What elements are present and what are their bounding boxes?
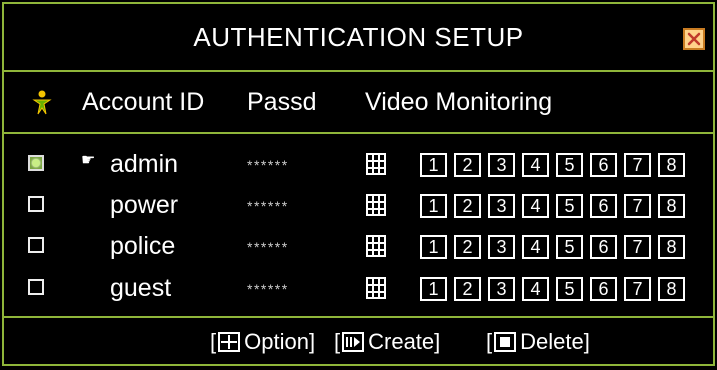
account-row[interactable]: ☛ admin ****** 1 2 3 4 5 6 7 8 <box>4 148 713 188</box>
option-button[interactable]: [ Option ] <box>210 328 315 356</box>
channel-6-toggle[interactable]: 6 <box>590 153 617 177</box>
channel-3-toggle[interactable]: 3 <box>488 235 515 259</box>
channel-1-toggle[interactable]: 1 <box>420 277 447 301</box>
account-password[interactable]: ****** <box>247 239 289 255</box>
account-name: police <box>110 232 176 260</box>
channel-8-toggle[interactable]: 8 <box>658 277 685 301</box>
password-header: Passd <box>247 88 317 116</box>
account-select-checkbox[interactable] <box>28 196 44 212</box>
authentication-dialog: AUTHENTICATION SETUP Account ID Passd Vi… <box>2 2 715 366</box>
channel-4-toggle[interactable]: 4 <box>522 153 549 177</box>
account-name: admin <box>110 150 179 178</box>
channel-6-toggle[interactable]: 6 <box>590 235 617 259</box>
account-password[interactable]: ****** <box>247 281 289 297</box>
channel-3-toggle[interactable]: 3 <box>488 277 515 301</box>
channel-7-toggle[interactable]: 7 <box>624 235 651 259</box>
create-button[interactable]: [ Create ] <box>334 328 440 356</box>
channel-8-toggle[interactable]: 8 <box>658 153 685 177</box>
pointer-hand-icon: ☛ <box>81 152 96 169</box>
channel-7-toggle[interactable]: 7 <box>624 153 651 177</box>
account-row[interactable]: police ****** 1 2 3 4 5 6 7 8 <box>4 230 713 270</box>
grid-all-channels-icon[interactable] <box>366 194 386 221</box>
channel-8-toggle[interactable]: 8 <box>658 194 685 218</box>
channel-8-toggle[interactable]: 8 <box>658 235 685 259</box>
delete-button[interactable]: [ Delete ] <box>486 328 590 356</box>
option-label: Option <box>244 329 309 354</box>
delete-icon <box>494 332 517 352</box>
channel-list: 12345678 <box>420 194 685 218</box>
create-label: Create <box>368 329 435 354</box>
account-row[interactable]: guest ****** 1 2 3 4 5 6 7 8 <box>4 272 713 312</box>
footer-actions: [ Option ] [ Create ] [ Delete ] <box>4 316 713 364</box>
account-select-checkbox[interactable] <box>28 237 44 253</box>
account-row[interactable]: power ****** 1 2 3 4 5 6 7 8 <box>4 189 713 229</box>
channel-1-toggle[interactable]: 1 <box>420 153 447 177</box>
channel-3-toggle[interactable]: 3 <box>488 153 515 177</box>
title-bar: AUTHENTICATION SETUP <box>4 4 713 72</box>
account-password[interactable]: ****** <box>247 157 289 173</box>
option-icon <box>218 332 241 352</box>
dialog-title: AUTHENTICATION SETUP <box>193 21 524 52</box>
channel-list: 12345678 <box>420 153 685 177</box>
bracket-close: ] <box>434 329 441 354</box>
create-icon <box>342 332 365 352</box>
delete-label: Delete <box>520 329 584 354</box>
grid-all-channels-icon[interactable] <box>366 153 386 180</box>
channel-5-toggle[interactable]: 5 <box>556 194 583 218</box>
bracket-close: ] <box>308 329 316 354</box>
channel-4-toggle[interactable]: 4 <box>522 194 549 218</box>
channel-6-toggle[interactable]: 6 <box>590 194 617 218</box>
channel-2-toggle[interactable]: 2 <box>454 194 481 218</box>
channel-5-toggle[interactable]: 5 <box>556 153 583 177</box>
account-id-header: Account ID <box>82 88 205 116</box>
channel-1-toggle[interactable]: 1 <box>420 194 447 218</box>
bracket-open: [ <box>210 329 217 354</box>
channel-2-toggle[interactable]: 2 <box>454 277 481 301</box>
channel-3-toggle[interactable]: 3 <box>488 194 515 218</box>
account-select-checkbox[interactable] <box>28 155 44 171</box>
grid-all-channels-icon[interactable] <box>366 235 386 262</box>
account-password[interactable]: ****** <box>247 198 289 214</box>
bracket-open: [ <box>334 329 341 354</box>
user-icon <box>28 90 56 121</box>
channel-list: 12345678 <box>420 235 685 259</box>
close-icon[interactable] <box>683 28 705 50</box>
account-select-checkbox[interactable] <box>28 279 44 295</box>
channel-7-toggle[interactable]: 7 <box>624 277 651 301</box>
channel-5-toggle[interactable]: 5 <box>556 235 583 259</box>
channel-4-toggle[interactable]: 4 <box>522 277 549 301</box>
channel-4-toggle[interactable]: 4 <box>522 235 549 259</box>
channel-list: 12345678 <box>420 277 685 301</box>
channel-5-toggle[interactable]: 5 <box>556 277 583 301</box>
bracket-open: [ <box>486 329 493 354</box>
account-name: guest <box>110 274 172 302</box>
account-name: power <box>110 191 179 219</box>
channel-1-toggle[interactable]: 1 <box>420 235 447 259</box>
channel-2-toggle[interactable]: 2 <box>454 235 481 259</box>
channel-7-toggle[interactable]: 7 <box>624 194 651 218</box>
video-monitoring-header: Video Monitoring <box>365 88 553 116</box>
channel-2-toggle[interactable]: 2 <box>454 153 481 177</box>
bracket-close: ] <box>583 329 590 354</box>
channel-6-toggle[interactable]: 6 <box>590 277 617 301</box>
column-header: Account ID Passd Video Monitoring <box>4 72 713 134</box>
grid-all-channels-icon[interactable] <box>366 277 386 304</box>
